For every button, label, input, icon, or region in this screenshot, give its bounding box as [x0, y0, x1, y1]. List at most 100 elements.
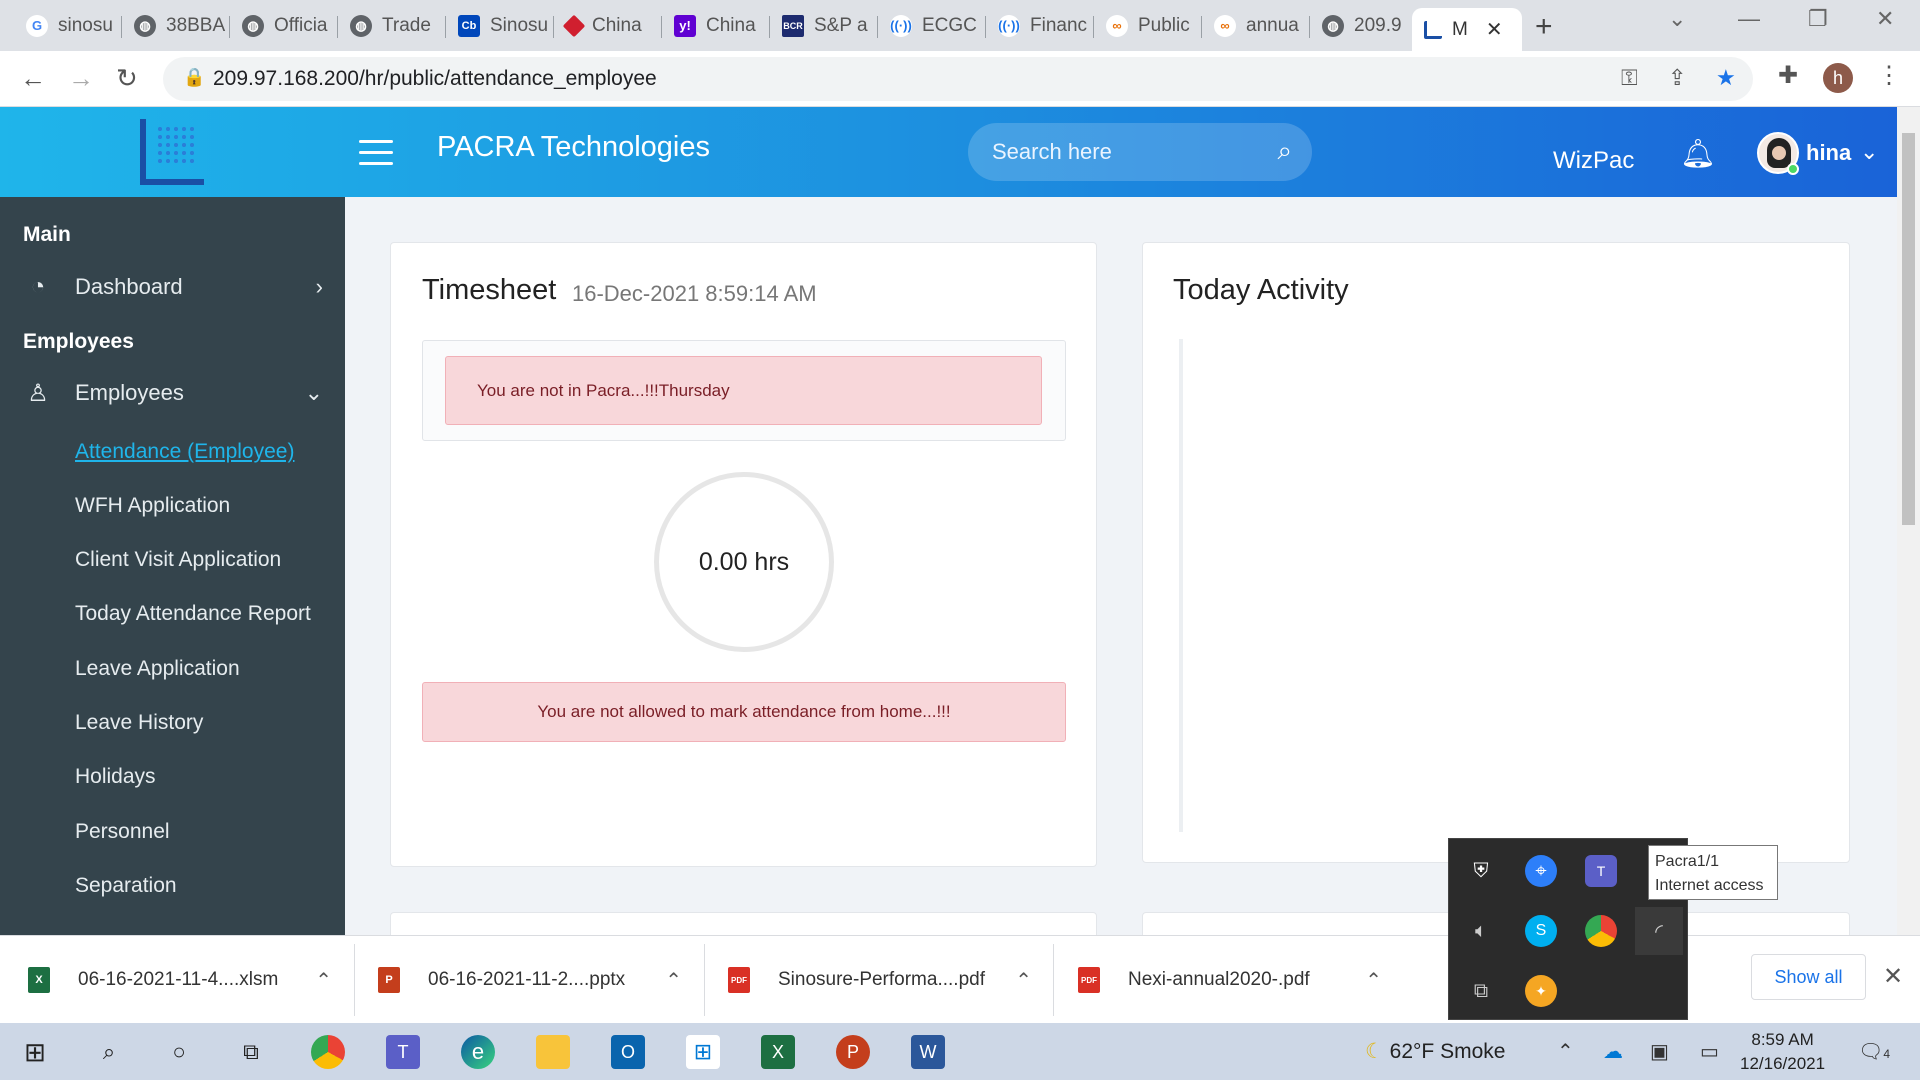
sidebar-item-wfh-application[interactable]: WFH Application	[75, 494, 230, 518]
search-box[interactable]: Search here ⌕	[968, 123, 1312, 181]
reload-icon[interactable]: ↻	[116, 63, 138, 94]
close-icon[interactable]: ✕	[1883, 962, 1903, 991]
sidebar-section-main: Main	[23, 223, 71, 246]
browser-tab[interactable]: ((·)) ECGC	[878, 8, 982, 43]
update-icon[interactable]: ✦	[1525, 975, 1557, 1007]
url-text[interactable]: 209.97.168.200/hr/public/attendance_empl…	[213, 67, 657, 91]
profile-avatar[interactable]: h	[1823, 63, 1853, 93]
share-icon[interactable]: ⇪	[1668, 65, 1686, 91]
edge-icon[interactable]: e	[461, 1035, 495, 1069]
speaker-icon[interactable]: 🔈︎	[1465, 915, 1497, 947]
restore-button[interactable]: ❐	[1808, 6, 1828, 32]
download-item[interactable]: X 06-16-2021-11-4....xlsm ⌃	[28, 936, 348, 1024]
browser-tab[interactable]: China	[554, 8, 658, 43]
extensions-icon[interactable]: ✚	[1778, 61, 1798, 90]
star-icon[interactable]: ★	[1716, 65, 1736, 91]
search-icon[interactable]: ⌕	[92, 1035, 126, 1069]
powerpoint-icon[interactable]: P	[836, 1035, 870, 1069]
bell-icon[interactable]: 🔔︎	[1680, 137, 1716, 170]
sidebar-item-separation[interactable]: Separation	[75, 874, 177, 898]
store-icon[interactable]: ⊞	[686, 1035, 720, 1069]
globe-icon: ◍	[350, 14, 372, 37]
app-header: PACRA Technologies Search here ⌕ WizPac …	[0, 107, 1897, 197]
display-icon[interactable]: ▭	[1700, 1039, 1719, 1064]
browser-tab[interactable]: BCR S&P a	[770, 8, 874, 43]
search-icon[interactable]: ⌕	[1277, 135, 1292, 167]
browser-tab[interactable]: Cb Sinosu	[446, 8, 550, 43]
address-bar-row: ← → ↻ 🔒 209.97.168.200/hr/public/attenda…	[0, 51, 1920, 107]
weather-widget[interactable]: ☾ 62°F Smoke	[1365, 1039, 1505, 1064]
pacra-logo[interactable]	[140, 119, 204, 185]
lock-icon[interactable]: 🔒	[183, 67, 205, 88]
sidebar-item-leave-history[interactable]: Leave History	[75, 711, 203, 735]
search-input[interactable]: Search here	[992, 139, 1112, 165]
sidebar: Main ◔ Dashboard › Employees ♙ Employees…	[0, 197, 345, 935]
onedrive-icon[interactable]: ☁	[1603, 1039, 1623, 1064]
show-all-button[interactable]: Show all	[1751, 954, 1866, 1000]
diamond-icon	[562, 14, 586, 37]
scrollbar-thumb[interactable]	[1902, 133, 1915, 525]
chevron-up-icon[interactable]: ⌃	[1557, 1039, 1574, 1064]
sidebar-item-today-attendance-report[interactable]: Today Attendance Report	[75, 602, 311, 626]
chrome-icon[interactable]	[1585, 915, 1617, 947]
cortana-icon[interactable]: ○	[162, 1035, 196, 1069]
minimize-button[interactable]: —	[1738, 6, 1760, 32]
outlook-icon[interactable]: O	[611, 1035, 645, 1069]
defender-shield-icon[interactable]: ⛨	[1465, 855, 1497, 887]
chevron-up-icon[interactable]: ⌃	[1015, 968, 1032, 993]
online-status-dot	[1787, 163, 1799, 175]
sidebar-item-dashboard[interactable]: ◔ Dashboard ›	[23, 267, 323, 307]
browser-tab[interactable]: ((·)) Financ	[986, 8, 1090, 43]
back-icon[interactable]: ←	[20, 63, 46, 94]
browser-tab[interactable]: Gsinosu	[14, 8, 118, 43]
windows-start-icon[interactable]: ⊞	[18, 1035, 52, 1069]
omnibox[interactable]: 🔒 209.97.168.200/hr/public/attendance_em…	[163, 57, 1753, 101]
teams-icon[interactable]: T	[386, 1035, 420, 1069]
chevron-up-icon[interactable]: ⌃	[1365, 968, 1382, 993]
excel-icon[interactable]: X	[761, 1035, 795, 1069]
chrome-icon[interactable]	[311, 1035, 345, 1069]
browser-tab[interactable]: ∞ Public	[1094, 8, 1198, 43]
download-item[interactable]: PDF Sinosure-Performa....pdf ⌃	[728, 936, 1048, 1024]
key-icon[interactable]: ⚿	[1621, 65, 1638, 91]
download-item[interactable]: PDF Nexi-annual2020-.pdf ⌃	[1078, 936, 1398, 1024]
system-clock[interactable]: 8:59 AM 12/16/2021	[1740, 1028, 1825, 1076]
sidebar-item-leave-application[interactable]: Leave Application	[75, 657, 240, 681]
task-view-icon[interactable]: ⧉	[234, 1035, 268, 1069]
skype-icon[interactable]: S	[1525, 915, 1557, 947]
browser-tab[interactable]: ∞ annua	[1202, 8, 1306, 43]
menu-toggle-icon[interactable]	[359, 140, 393, 166]
menu-icon[interactable]: ⋮	[1877, 61, 1901, 90]
sidebar-item-employees[interactable]: ♙ Employees ⌄	[23, 373, 323, 413]
close-tab-icon[interactable]: ✕	[1486, 17, 1503, 42]
chevron-up-icon[interactable]: ⌃	[315, 968, 332, 993]
teams-icon[interactable]: T	[1585, 855, 1617, 887]
word-icon[interactable]: W	[911, 1035, 945, 1069]
browser-tab-active[interactable]: M ✕	[1412, 8, 1522, 51]
sidebar-item-attendance-employee[interactable]: Attendance (Employee)	[75, 440, 294, 464]
close-window-button[interactable]: ✕	[1876, 6, 1894, 32]
sidebar-item-personnel[interactable]: Personnel	[75, 820, 170, 844]
user-name[interactable]: hina	[1806, 140, 1851, 166]
forward-icon[interactable]: →	[68, 63, 94, 94]
browser-tab[interactable]: ◍ 38BBA	[122, 8, 226, 43]
notification-icon[interactable]: 🗨︎4	[1858, 1039, 1890, 1064]
wifi-icon[interactable]: ◜	[1635, 907, 1683, 955]
meet-now-icon[interactable]: ⧉	[1465, 975, 1497, 1007]
chevron-down-icon[interactable]: ⌄	[1860, 139, 1878, 165]
sidebar-item-holidays[interactable]: Holidays	[75, 765, 156, 789]
download-item[interactable]: P 06-16-2021-11-2....pptx ⌃	[378, 936, 698, 1024]
network-icon[interactable]: ▣	[1650, 1039, 1669, 1064]
new-tab-button[interactable]: +	[1535, 10, 1553, 44]
remote-tool-icon[interactable]: ⌖	[1525, 855, 1557, 887]
page-scrollbar[interactable]	[1897, 107, 1920, 935]
browser-tab[interactable]: ◍ Officia	[230, 8, 334, 43]
browser-tab[interactable]: ◍ 209.9	[1310, 8, 1414, 43]
chevron-up-icon[interactable]: ⌃	[665, 968, 682, 993]
wizpac-link[interactable]: WizPac	[1553, 147, 1634, 175]
browser-tab[interactable]: ◍ Trade	[338, 8, 442, 43]
file-explorer-icon[interactable]	[536, 1035, 570, 1069]
browser-tab[interactable]: y! China	[662, 8, 766, 43]
tab-search-icon[interactable]: ⌄	[1668, 6, 1686, 32]
sidebar-item-client-visit-application[interactable]: Client Visit Application	[75, 548, 281, 572]
